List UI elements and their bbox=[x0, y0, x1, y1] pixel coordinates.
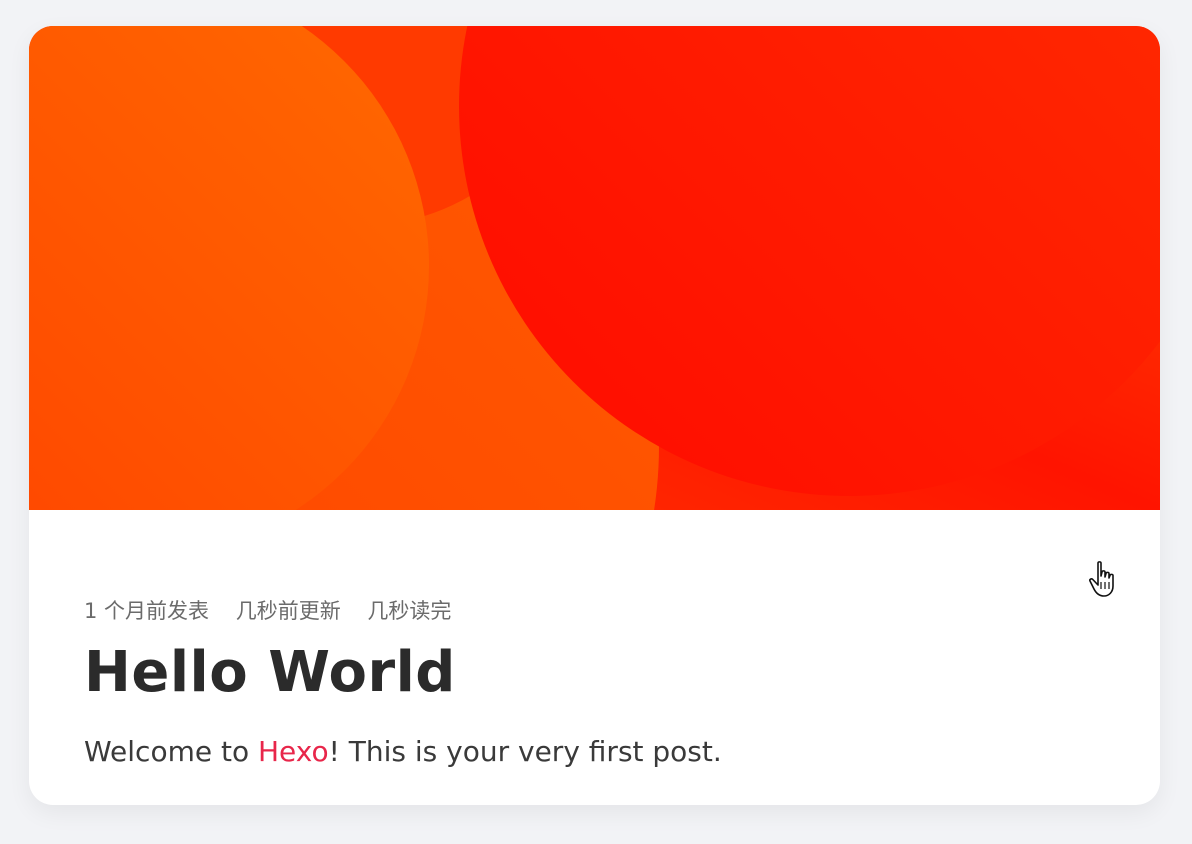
post-title[interactable]: Hello World bbox=[84, 640, 456, 705]
post-excerpt: Welcome to Hexo! This is your very first… bbox=[84, 735, 722, 768]
hand-pointer-icon bbox=[1089, 561, 1114, 597]
excerpt-text-before: Welcome to bbox=[84, 735, 258, 768]
post-meta: 1 个月前发表 几秒前更新 几秒读完 bbox=[84, 595, 471, 625]
published-date: 1 个月前发表 bbox=[84, 599, 210, 623]
excerpt-text-after: ! This is your very first post. bbox=[328, 735, 722, 768]
post-cover-image[interactable] bbox=[29, 26, 1160, 510]
post-card[interactable]: 1 个月前发表 几秒前更新 几秒读完 Hello World Welcome t… bbox=[29, 26, 1160, 805]
reading-time: 几秒读完 bbox=[367, 599, 452, 623]
updated-date: 几秒前更新 bbox=[235, 599, 341, 623]
hexo-link[interactable]: Hexo bbox=[258, 735, 329, 768]
